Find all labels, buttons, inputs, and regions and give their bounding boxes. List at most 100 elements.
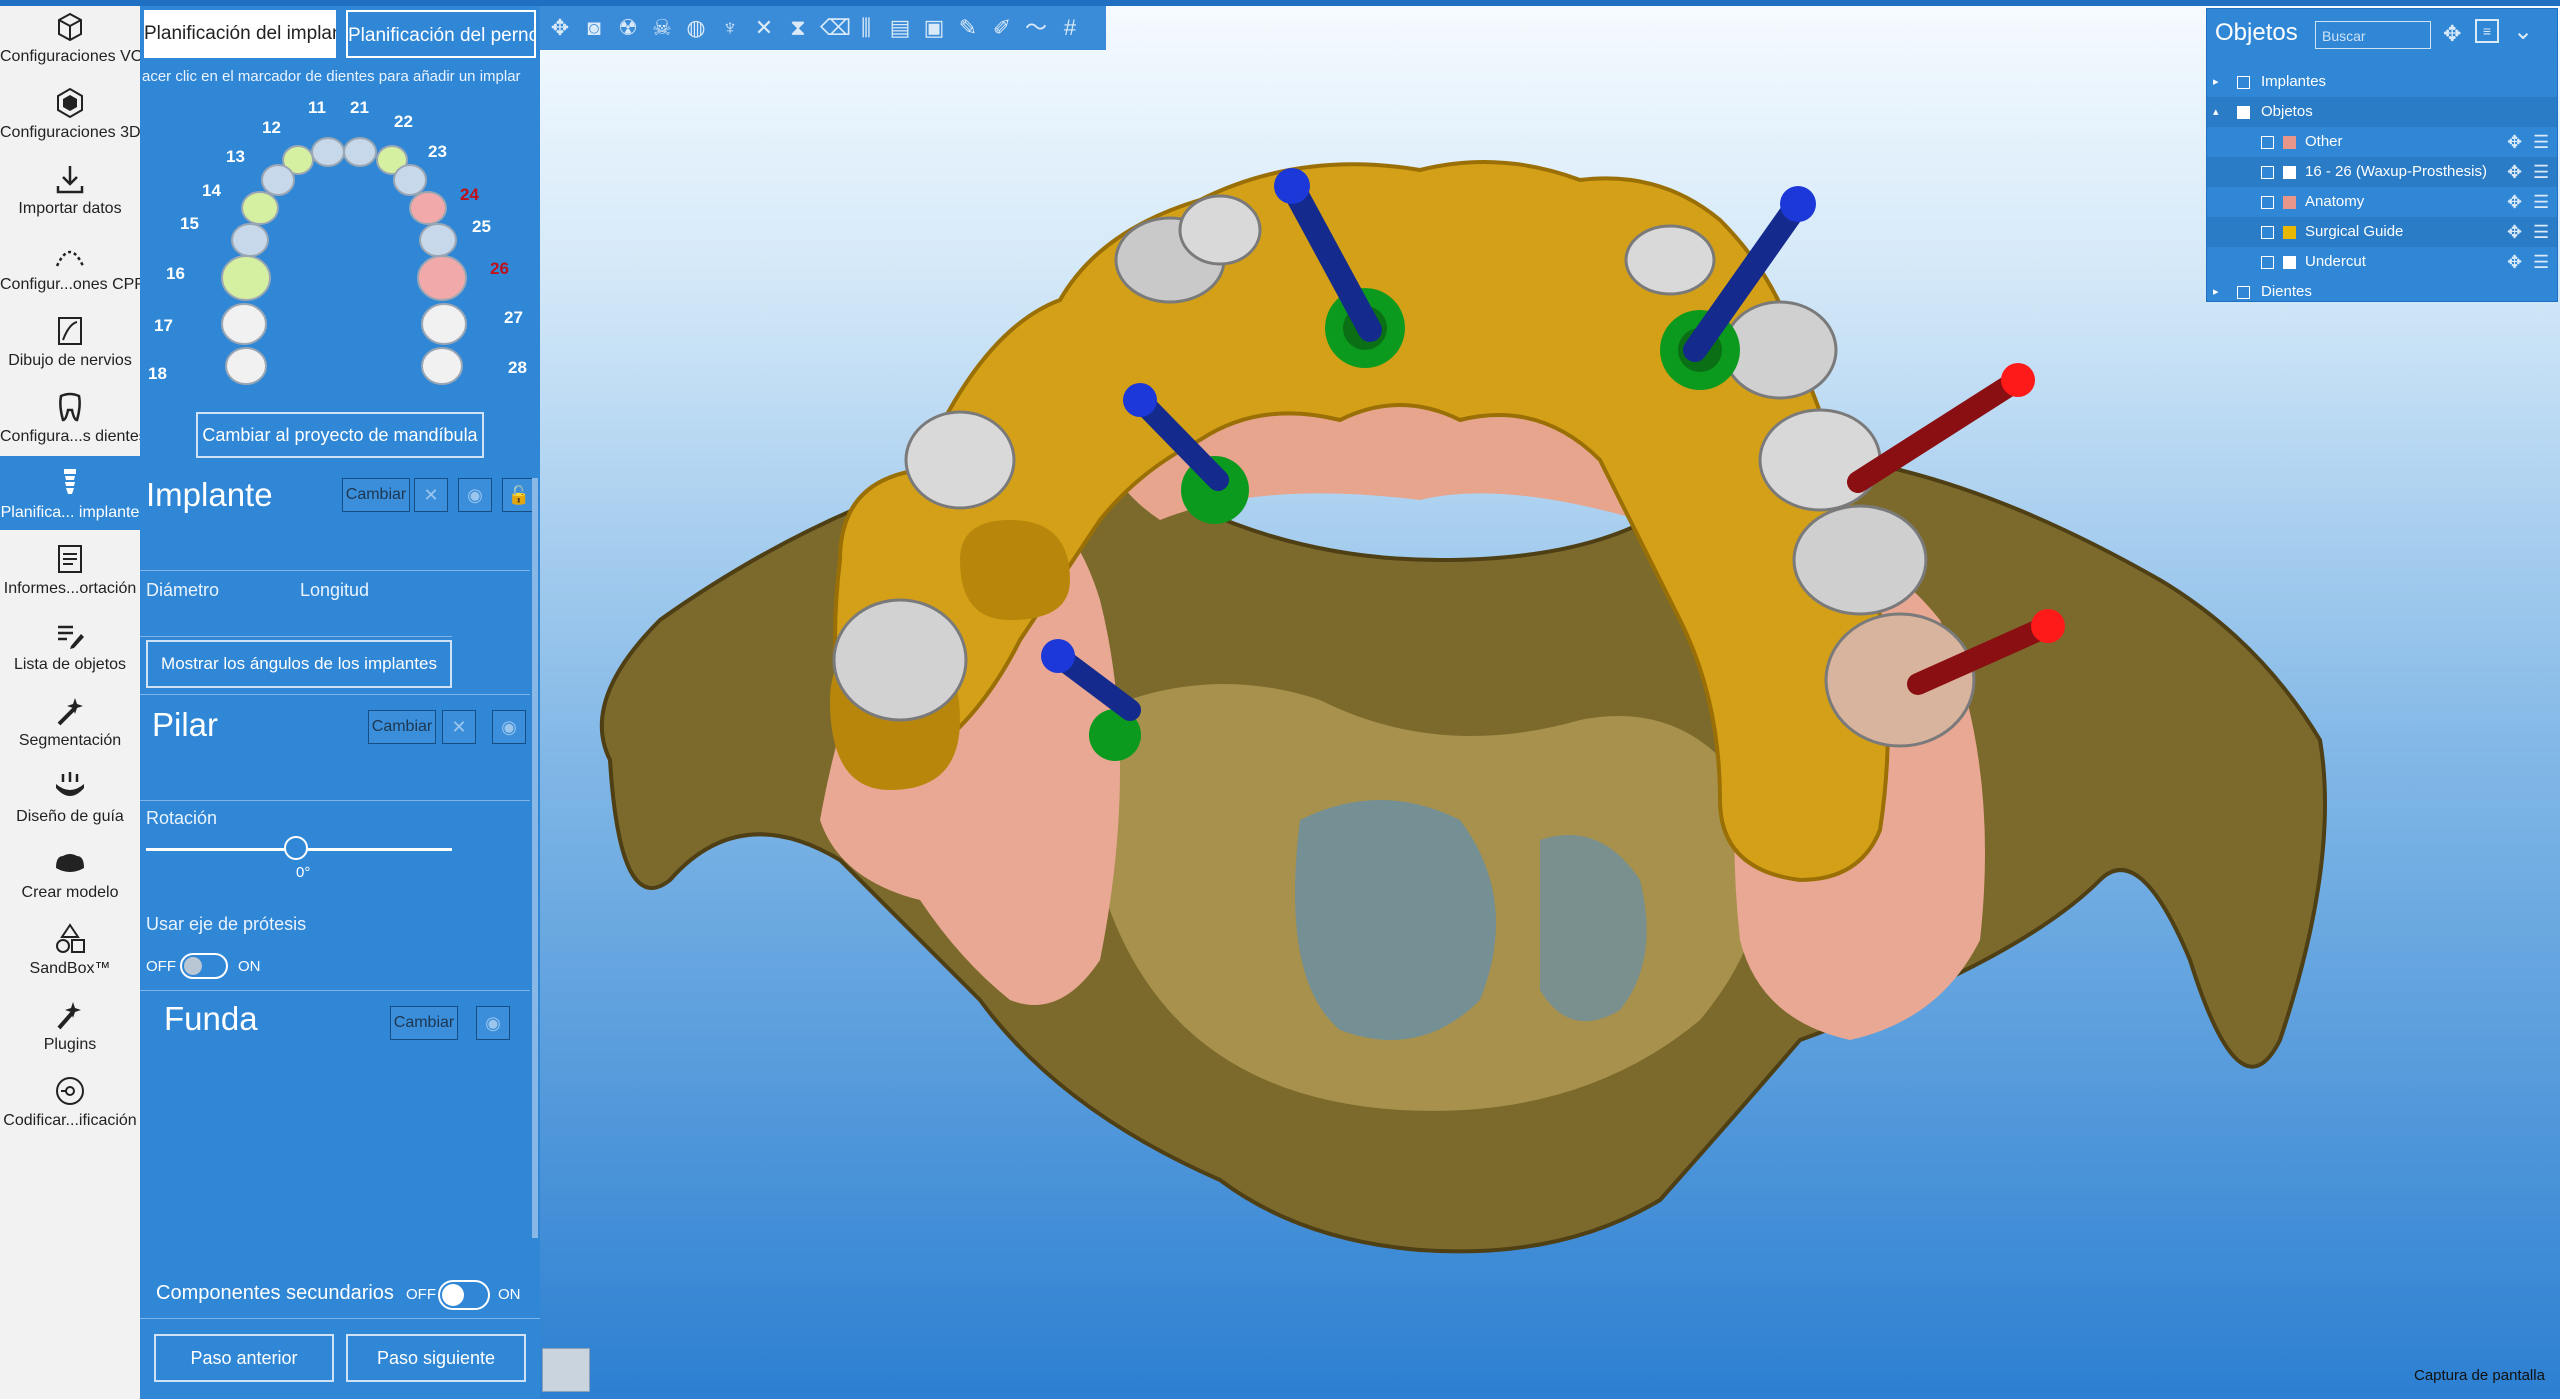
rail-plugins[interactable]: Plugins bbox=[0, 988, 140, 1062]
move-icon[interactable]: ✥ bbox=[2443, 21, 2461, 47]
object-checkbox[interactable] bbox=[2261, 166, 2274, 179]
object-item-other[interactable]: Other ✥ ☰ bbox=[2207, 127, 2557, 157]
rail-object-list[interactable]: Lista de objetos bbox=[0, 608, 140, 682]
rotation-slider-handle[interactable] bbox=[284, 836, 308, 860]
rotation-label: Rotación bbox=[146, 808, 218, 828]
expand-icon[interactable]: ▸ bbox=[2213, 277, 2219, 307]
crown-change-button[interactable]: Cambiar bbox=[390, 1006, 458, 1040]
rail-teeth-settings[interactable]: Configura...s dientes bbox=[0, 380, 140, 454]
rail-cpr-settings[interactable]: Configur...ones CPR bbox=[0, 228, 140, 302]
menu-icon[interactable]: ≡ bbox=[2475, 19, 2499, 43]
expand-icon[interactable]: ▸ bbox=[2213, 67, 2219, 97]
eraser-icon[interactable]: ⌫ bbox=[820, 16, 851, 40]
move-icon[interactable]: ✥ bbox=[2507, 217, 2522, 247]
prosthesis-axis-toggle[interactable] bbox=[180, 953, 228, 979]
switch-mandible-button[interactable]: Cambiar al proyecto de mandíbula bbox=[196, 412, 484, 458]
tooth-view-icon[interactable]: ♆ bbox=[718, 16, 742, 40]
pen-icon[interactable]: ✐ bbox=[990, 16, 1014, 40]
menu-icon[interactable]: ☰ bbox=[2533, 217, 2549, 247]
abutment-visibility-icon[interactable]: ◉ bbox=[492, 710, 526, 744]
rail-guide-design[interactable]: Diseño de guía bbox=[0, 760, 140, 834]
radiation-icon[interactable]: ☢ bbox=[616, 16, 640, 40]
move-icon[interactable]: ✥ bbox=[2507, 127, 2522, 157]
rail-create-model[interactable]: Crear modelo bbox=[0, 836, 140, 910]
camera-icon[interactable]: ◙ bbox=[582, 16, 606, 40]
magic-wand-icon bbox=[57, 698, 83, 726]
tab-implant-planning[interactable]: Planificación del implante bbox=[144, 10, 336, 58]
rail-coding[interactable]: Codificar...ificación bbox=[0, 1064, 140, 1138]
screenshot-label[interactable]: Captura de pantalla bbox=[2414, 1367, 2545, 1384]
image-icon[interactable]: ▣ bbox=[922, 16, 946, 40]
pillars-icon[interactable]: ⫼ bbox=[854, 16, 878, 40]
move-icon[interactable]: ✥ bbox=[2507, 247, 2522, 277]
view-orientation-button[interactable] bbox=[542, 1348, 590, 1392]
rail-implant-planning[interactable]: Planifica... implante bbox=[0, 456, 140, 530]
implant-visibility-icon[interactable]: ◉ bbox=[458, 478, 492, 512]
chart-icon[interactable]: ▤ bbox=[888, 16, 912, 40]
object-item-undercut[interactable]: Undercut ✥ ☰ bbox=[2207, 247, 2557, 277]
next-step-button[interactable]: Paso siguiente bbox=[346, 1334, 526, 1382]
menu-icon[interactable]: ☰ bbox=[2533, 127, 2549, 157]
object-group-teeth[interactable]: ▸ Dientes bbox=[2207, 277, 2557, 307]
tab-post-planning[interactable]: Planificación del perno bbox=[346, 10, 536, 58]
tooth-17 bbox=[221, 303, 267, 345]
object-checkbox[interactable] bbox=[2261, 136, 2274, 149]
abutment-change-button[interactable]: Cambiar bbox=[368, 710, 436, 744]
object-checkbox[interactable] bbox=[2261, 196, 2274, 209]
object-checkbox[interactable] bbox=[2261, 226, 2274, 239]
implant-lock-icon[interactable]: 🔓 bbox=[502, 478, 536, 512]
skull-icon[interactable]: ☠ bbox=[650, 16, 674, 40]
menu-icon[interactable]: ☰ bbox=[2533, 187, 2549, 217]
implant-view-icon[interactable]: ⧗ bbox=[786, 16, 810, 40]
move-icon[interactable]: ✥ bbox=[548, 16, 572, 40]
secondary-components-toggle[interactable] bbox=[438, 1280, 490, 1310]
rail-3d-settings[interactable]: Configuraciones 3D bbox=[0, 76, 140, 150]
implant-change-button[interactable]: Cambiar bbox=[342, 478, 410, 512]
secondary-toggle-off-label: OFF bbox=[406, 1286, 436, 1303]
divider bbox=[140, 1318, 540, 1319]
objects-search-input[interactable]: Buscar bbox=[2315, 21, 2431, 49]
rail-nerve-drawing[interactable]: Dibujo de nervios bbox=[0, 304, 140, 378]
object-checkbox[interactable] bbox=[2237, 76, 2250, 89]
collapse-icon[interactable]: ▴ bbox=[2213, 97, 2219, 127]
move-icon[interactable]: ✥ bbox=[2507, 187, 2522, 217]
use-prosthesis-axis-label: Usar eje de prótesis bbox=[146, 914, 307, 934]
move-icon[interactable]: ✥ bbox=[2507, 157, 2522, 187]
implant-delete-icon[interactable]: ✕ bbox=[414, 478, 448, 512]
crown-section-title: Funda bbox=[164, 1000, 258, 1037]
crown-visibility-icon[interactable]: ◉ bbox=[476, 1006, 510, 1040]
object-item-surgical-guide[interactable]: Surgical Guide ✥ ☰ bbox=[2207, 217, 2557, 247]
guide-icon bbox=[56, 772, 84, 796]
object-checkbox[interactable] bbox=[2237, 106, 2250, 119]
rail-label: Plugins bbox=[43, 1036, 97, 1053]
tooth-14 bbox=[241, 191, 279, 225]
previous-step-button[interactable]: Paso anterior bbox=[154, 1334, 334, 1382]
grid-icon[interactable]: # bbox=[1058, 16, 1082, 40]
object-checkbox[interactable] bbox=[2237, 286, 2250, 299]
object-checkbox[interactable] bbox=[2261, 256, 2274, 269]
tooth-label-18: 18 bbox=[148, 364, 167, 383]
object-group-objects[interactable]: ▴ Objetos bbox=[2207, 97, 2557, 127]
object-item-anatomy[interactable]: Anatomy ✥ ☰ bbox=[2207, 187, 2557, 217]
curve-icon[interactable]: 〜 bbox=[1024, 16, 1048, 40]
menu-icon[interactable]: ☰ bbox=[2533, 157, 2549, 187]
tooth-26 bbox=[417, 255, 467, 301]
panel-scrollbar[interactable] bbox=[532, 478, 538, 1238]
nerve-icon bbox=[58, 317, 82, 345]
chevron-down-icon[interactable]: ⌄ bbox=[2513, 17, 2533, 46]
globe-icon[interactable]: ◍ bbox=[684, 16, 708, 40]
rail-segmentation[interactable]: Segmentación bbox=[0, 684, 140, 758]
show-implant-angles-button[interactable]: Mostrar los ángulos de los implantes bbox=[146, 640, 452, 688]
close-x-icon[interactable]: ✕ bbox=[752, 16, 776, 40]
rail-import-data[interactable]: Importar datos bbox=[0, 152, 140, 226]
rail-reports[interactable]: Informes...ortación bbox=[0, 532, 140, 606]
object-item-waxup[interactable]: 16 - 26 (Waxup-Prosthesis) ✥ ☰ bbox=[2207, 157, 2557, 187]
tooth-label-15: 15 bbox=[180, 214, 199, 233]
rail-label: Planifica... implante bbox=[0, 504, 140, 521]
abutment-delete-icon[interactable]: ✕ bbox=[442, 710, 476, 744]
brush-icon[interactable]: ✎ bbox=[956, 16, 980, 40]
rail-voi-settings[interactable]: Configuraciones VOI bbox=[0, 0, 140, 74]
object-group-implants[interactable]: ▸ Implantes bbox=[2207, 67, 2557, 97]
rail-sandbox[interactable]: SandBox™ bbox=[0, 912, 140, 986]
menu-icon[interactable]: ☰ bbox=[2533, 247, 2549, 277]
